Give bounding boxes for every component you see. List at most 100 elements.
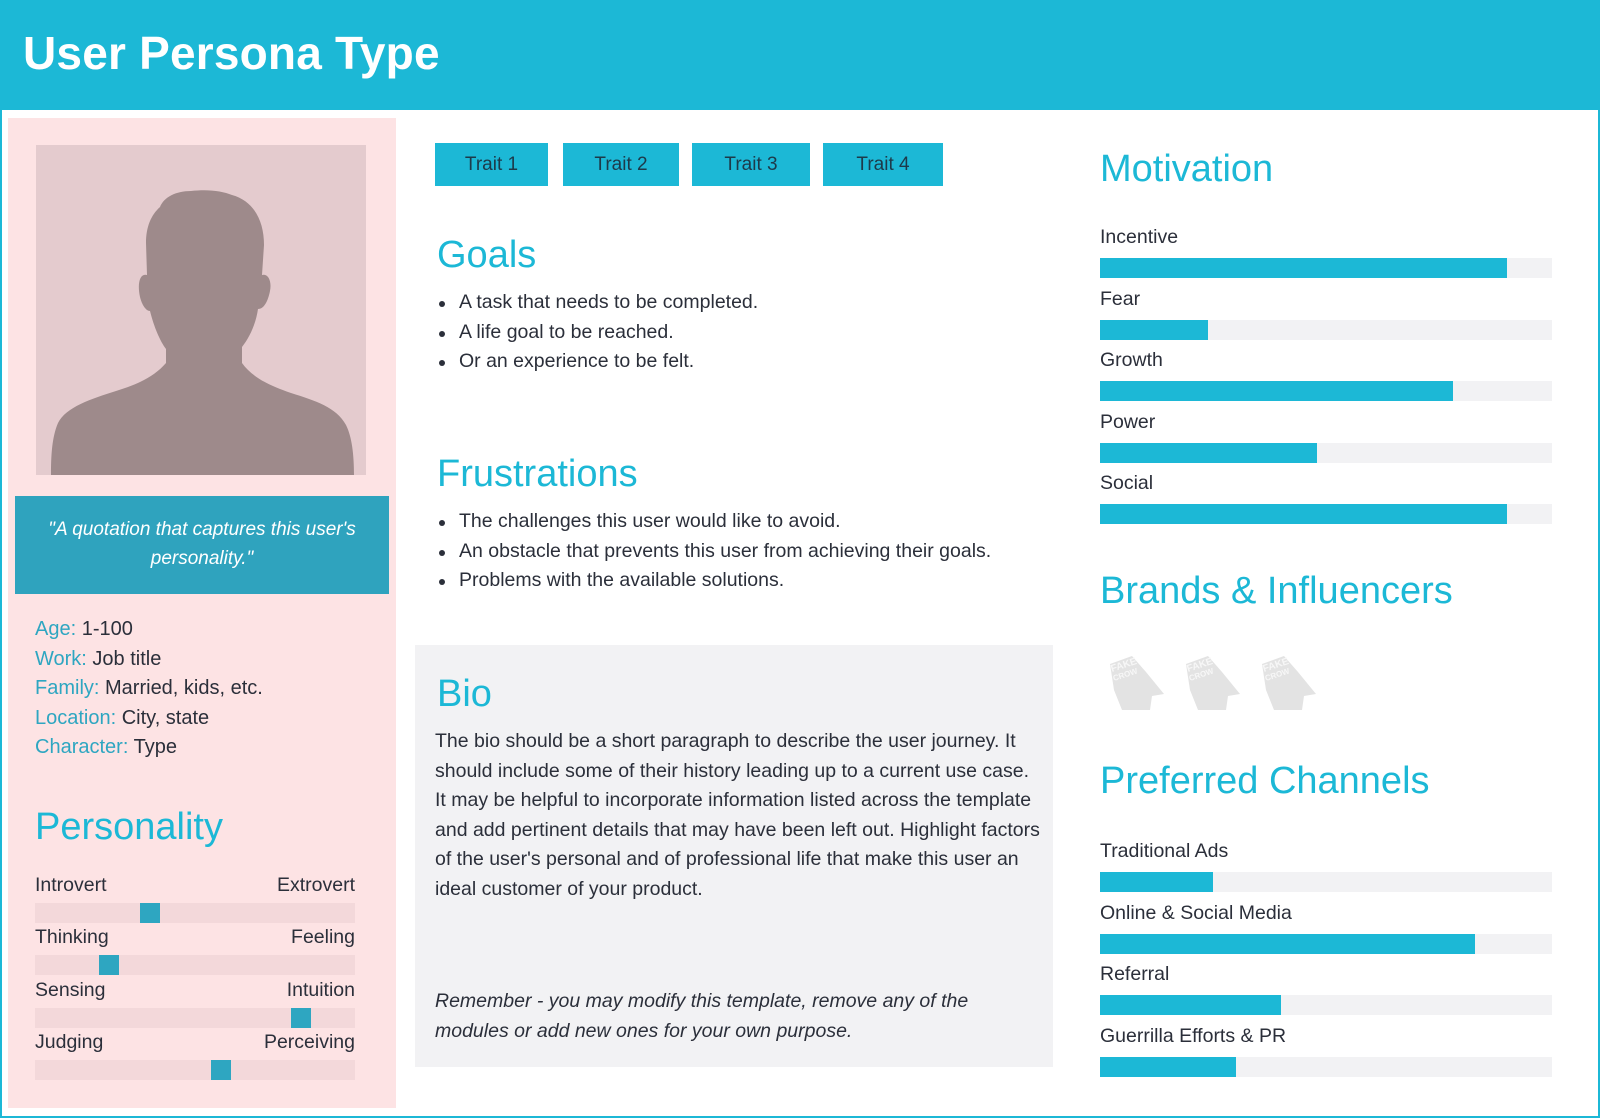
bar-track	[1100, 442, 1552, 463]
fact-work: Work: Job title	[35, 645, 263, 675]
scale-left-label: Sensing	[35, 978, 106, 1001]
brands-title: Brands & Influencers	[1100, 570, 1453, 612]
bar-fill	[1100, 933, 1476, 954]
bar-track	[1100, 381, 1552, 401]
scale-knob[interactable]	[210, 1059, 231, 1080]
bio-panel: Bio The bio should be a short paragraph …	[415, 645, 1053, 1067]
channel-item: Referral	[1100, 962, 1552, 1024]
frustrations-list: The challenges this user would like to a…	[437, 507, 991, 596]
trait-tag[interactable]: Trait 3	[692, 143, 810, 186]
goals-list: A task that needs to be completed. A lif…	[437, 288, 758, 377]
scale-track[interactable]	[35, 1059, 355, 1080]
scale-knob[interactable]	[140, 903, 161, 923]
motivation-item: Growth	[1100, 348, 1552, 410]
bar-label: Power	[1100, 410, 1156, 433]
fake-crow-logo-icon: FAKE CROW	[1110, 656, 1164, 710]
bar-label: Referral	[1100, 963, 1170, 985]
channel-item: Guerrilla Efforts & PR	[1100, 1024, 1552, 1086]
motivation-item: Power	[1100, 410, 1552, 472]
personality-scale: Introvert Extrovert	[35, 873, 355, 925]
bio-title: Bio	[437, 673, 492, 715]
profile-photo	[36, 145, 366, 475]
motivation-item: Incentive	[1100, 225, 1552, 287]
trait-tag[interactable]: Trait 2	[563, 143, 679, 186]
bio-note: Remember - you may modify this template,…	[435, 990, 969, 1042]
bio-text: The bio should be a short paragraph to d…	[435, 730, 1040, 900]
scale-right-label: Intuition	[286, 978, 355, 1001]
scale-right-label: Feeling	[291, 926, 355, 949]
scale-track[interactable]	[35, 903, 355, 923]
scale-left-label: Thinking	[35, 926, 109, 949]
bar-fill	[1100, 995, 1281, 1015]
bar-label: Traditional Ads	[1100, 840, 1229, 862]
bar-fill	[1100, 504, 1507, 524]
bar-fill	[1100, 1056, 1236, 1077]
channel-bars: Traditional Ads Online & Social Media Re…	[1100, 839, 1552, 1085]
bar-track	[1100, 995, 1552, 1015]
bar-label: Online & Social Media	[1100, 901, 1292, 924]
bar-fill	[1100, 872, 1213, 892]
fake-crow-logo-icon: FAKE CROW	[1262, 656, 1316, 710]
person-silhouette-icon	[36, 145, 366, 475]
fact-label: Work:	[35, 647, 87, 670]
goals-title: Goals	[437, 234, 537, 276]
bar-track	[1100, 504, 1552, 524]
bar-track	[1100, 1056, 1552, 1077]
bar-fill	[1100, 381, 1453, 401]
persona-quote: "A quotation that captures this user's p…	[15, 496, 389, 594]
trait-tag[interactable]: Trait 4	[823, 143, 943, 186]
bar-label: Social	[1100, 472, 1154, 494]
fact-label: Character:	[35, 736, 129, 758]
trait-tag[interactable]: Trait 1	[435, 143, 548, 186]
channel-item: Online & Social Media	[1100, 901, 1552, 963]
frustration-item: An obstacle that prevents this user from…	[437, 537, 991, 567]
bar-track	[1100, 319, 1552, 340]
motivation-item: Fear	[1100, 287, 1552, 349]
channel-item: Traditional Ads	[1100, 839, 1552, 901]
fact-value: Married, kids, etc.	[105, 677, 263, 699]
fact-value: Job title	[92, 647, 162, 670]
frustration-item: The challenges this user would like to a…	[437, 507, 991, 537]
bar-track	[1100, 258, 1552, 278]
bar-track	[1100, 933, 1552, 954]
fact-label: Family:	[35, 677, 100, 699]
personality-scales: Introvert Extrovert Thinking Feeling Sensi…	[35, 873, 355, 1082]
fact-label: Age:	[35, 618, 77, 640]
scale-left-label: Introvert	[35, 874, 107, 896]
goal-item: Or an experience to be felt.	[437, 347, 758, 377]
goal-item: A life goal to be reached.	[437, 318, 758, 348]
trait-tags: Trait 1 Trait 2 Trait 3 Trait 4	[435, 143, 958, 186]
frustration-item: Problems with the available solutions.	[437, 566, 991, 596]
goal-item: A task that needs to be completed.	[437, 288, 758, 318]
channels-title: Preferred Channels	[1100, 760, 1430, 802]
fact-value: City, state	[121, 706, 210, 729]
bar-fill	[1100, 319, 1209, 340]
scale-track[interactable]	[35, 1007, 355, 1028]
fact-family: Family: Married, kids, etc.	[35, 674, 263, 704]
motivation-item: Social	[1100, 471, 1552, 533]
motivation-bars: Incentive Fear Growth Power Social	[1100, 225, 1552, 533]
bar-label: Fear	[1100, 287, 1141, 310]
bar-label: Guerrilla Efforts & PR	[1100, 1024, 1287, 1047]
page-title: User Persona Type	[23, 27, 440, 79]
scale-track[interactable]	[35, 955, 355, 976]
profile-panel: "A quotation that captures this user's p…	[8, 118, 396, 1108]
scale-knob[interactable]	[290, 1007, 311, 1028]
bar-fill	[1100, 258, 1507, 278]
scale-knob[interactable]	[98, 955, 119, 976]
personality-title: Personality	[35, 806, 223, 848]
personality-scale: Judging Perceiving	[35, 1030, 355, 1082]
motivation-title: Motivation	[1100, 148, 1274, 190]
fact-location: Location: City, state	[35, 704, 263, 734]
fact-character: Character: Type	[35, 733, 263, 763]
scale-right-label: Extrovert	[276, 874, 355, 896]
personality-scale: Thinking Feeling	[35, 925, 355, 977]
fact-value: 1-100	[81, 618, 133, 640]
bar-label: Incentive	[1100, 226, 1179, 248]
bar-label: Growth	[1100, 349, 1163, 371]
profile-facts: Age: 1-100 Work: Job title Family: Marri…	[35, 615, 263, 763]
fact-age: Age: 1-100	[35, 615, 263, 645]
brand-logos: FAKE CROW FAKE CROW FAKE CROW	[1102, 650, 1320, 710]
frustrations-title: Frustrations	[437, 453, 638, 495]
fact-label: Location:	[35, 706, 117, 729]
